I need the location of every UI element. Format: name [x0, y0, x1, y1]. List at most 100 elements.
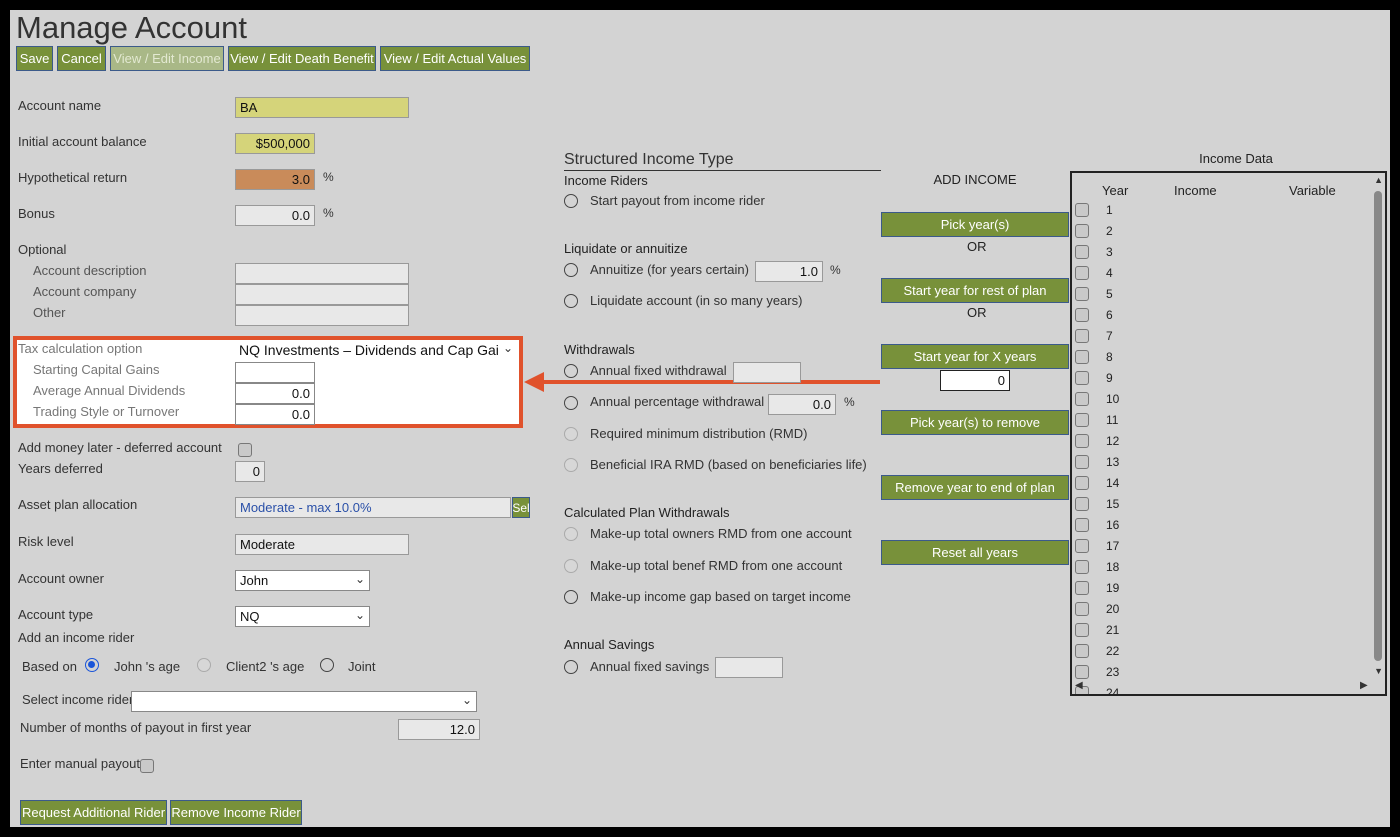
remove-income-rider-button[interactable]: Remove Income Rider — [170, 800, 302, 825]
row-checkbox[interactable] — [1075, 455, 1089, 469]
row-checkbox[interactable] — [1075, 203, 1089, 217]
row-checkbox[interactable] — [1075, 224, 1089, 238]
based-on-john-label: John 's age — [114, 659, 181, 674]
row-year: 19 — [1106, 581, 1120, 595]
years-deferred-label: Years deferred — [18, 461, 103, 476]
view-edit-death-benefit-button[interactable]: View / Edit Death Benefit — [228, 46, 376, 71]
add-money-later-checkbox[interactable] — [238, 443, 252, 457]
vertical-scrollbar[interactable]: ▲ ▼ — [1371, 173, 1385, 683]
account-type-value: NQ — [240, 609, 260, 624]
liquidate-account-radio[interactable] — [564, 294, 578, 308]
row-year: 4 — [1106, 266, 1113, 280]
hypothetical-return-input[interactable]: 3.0 — [235, 169, 315, 190]
row-year: 13 — [1106, 455, 1120, 469]
row-checkbox[interactable] — [1075, 581, 1089, 595]
request-additional-rider-button[interactable]: Request Additional Rider — [20, 800, 167, 825]
rmd-radio[interactable] — [564, 427, 578, 441]
row-checkbox[interactable] — [1075, 434, 1089, 448]
pick-years-button[interactable]: Pick year(s) — [881, 212, 1069, 237]
select-income-rider-select[interactable]: ⌄ — [131, 691, 477, 712]
based-on-client2-radio[interactable] — [197, 658, 211, 672]
reset-all-years-button[interactable]: Reset all years — [881, 540, 1069, 565]
account-description-input[interactable] — [235, 263, 409, 284]
manual-payout-checkbox[interactable] — [140, 759, 154, 773]
other-input[interactable] — [235, 305, 409, 326]
start-year-x-button[interactable]: Start year for X years — [881, 344, 1069, 369]
account-type-select[interactable]: NQ ⌄ — [235, 606, 370, 627]
risk-level-input[interactable]: Moderate — [235, 534, 409, 555]
row-checkbox[interactable] — [1075, 371, 1089, 385]
row-year: 11 — [1106, 413, 1119, 427]
annuitize-label: Annuitize (for years certain) — [590, 262, 749, 277]
annuitize-unit: % — [830, 263, 841, 277]
scrollbar-thumb[interactable] — [1374, 191, 1382, 661]
row-checkbox[interactable] — [1075, 476, 1089, 490]
account-company-input[interactable] — [235, 284, 409, 305]
starting-capital-gains-input[interactable] — [235, 362, 315, 383]
start-payout-radio[interactable] — [564, 194, 578, 208]
account-name-input[interactable]: BA — [235, 97, 409, 118]
table-row: 2 — [1072, 220, 1362, 241]
scroll-down-icon[interactable]: ▼ — [1374, 666, 1383, 676]
row-checkbox[interactable] — [1075, 350, 1089, 364]
annual-fixed-savings-radio[interactable] — [564, 660, 578, 674]
row-checkbox[interactable] — [1075, 392, 1089, 406]
table-row: 8 — [1072, 346, 1362, 367]
row-checkbox[interactable] — [1075, 623, 1089, 637]
cancel-button[interactable]: Cancel — [57, 46, 106, 71]
start-year-rest-button[interactable]: Start year for rest of plan — [881, 278, 1069, 303]
row-checkbox[interactable] — [1075, 413, 1089, 427]
annual-fixed-withdrawal-input[interactable] — [733, 362, 801, 383]
row-checkbox[interactable] — [1075, 539, 1089, 553]
rmd-label: Required minimum distribution (RMD) — [590, 426, 808, 441]
initial-balance-input[interactable]: $500,000 — [235, 133, 315, 154]
annual-fixed-withdrawal-radio[interactable] — [564, 364, 578, 378]
scroll-left-icon[interactable]: ◀ — [1075, 680, 1083, 691]
based-on-joint-radio[interactable] — [320, 658, 334, 672]
account-owner-select[interactable]: John ⌄ — [235, 570, 370, 591]
trading-style-input[interactable]: 0.0 — [235, 404, 315, 425]
remove-year-end-button[interactable]: Remove year to end of plan — [881, 475, 1069, 500]
benef-rmd-radio[interactable] — [564, 559, 578, 573]
income-data-title: Income Data — [1199, 151, 1273, 166]
annuitize-radio[interactable] — [564, 263, 578, 277]
view-edit-income-button[interactable]: View / Edit Income — [110, 46, 224, 71]
average-dividends-input[interactable]: 0.0 — [235, 383, 315, 404]
owners-rmd-radio[interactable] — [564, 527, 578, 541]
row-checkbox[interactable] — [1075, 245, 1089, 259]
based-on-john-radio[interactable] — [85, 658, 99, 672]
years-deferred-input[interactable]: 0 — [235, 461, 265, 482]
bonus-input[interactable]: 0.0 — [235, 205, 315, 226]
annual-percentage-withdrawal-label: Annual percentage withdrawal — [590, 394, 765, 409]
beneficial-ira-radio[interactable] — [564, 458, 578, 472]
scroll-right-icon[interactable]: ▶ — [1360, 680, 1368, 691]
row-checkbox[interactable] — [1075, 287, 1089, 301]
annual-percentage-withdrawal-input[interactable]: 0.0 — [768, 394, 836, 415]
row-checkbox[interactable] — [1075, 497, 1089, 511]
annual-fixed-savings-input[interactable] — [715, 657, 783, 678]
row-year: 8 — [1106, 350, 1113, 364]
save-button[interactable]: Save — [16, 46, 53, 71]
row-checkbox[interactable] — [1075, 329, 1089, 343]
months-payout-input[interactable]: 12.0 — [398, 719, 480, 740]
asset-plan-input[interactable]: Moderate - max 10.0% — [235, 497, 511, 518]
row-checkbox[interactable] — [1075, 665, 1089, 679]
annuitize-input[interactable]: 1.0 — [755, 261, 823, 282]
row-checkbox[interactable] — [1075, 644, 1089, 658]
row-year: 12 — [1106, 434, 1120, 448]
scroll-up-icon[interactable]: ▲ — [1374, 175, 1383, 185]
x-years-input[interactable]: 0 — [940, 370, 1010, 391]
income-gap-radio[interactable] — [564, 590, 578, 604]
tax-calculation-select[interactable]: NQ Investments – Dividends and Cap Gai ⌄ — [235, 340, 517, 361]
other-label: Other — [33, 305, 66, 320]
view-edit-actual-values-button[interactable]: View / Edit Actual Values — [380, 46, 530, 71]
row-checkbox[interactable] — [1075, 602, 1089, 616]
horizontal-scrollbar[interactable]: ◀ ▶ — [1072, 680, 1375, 694]
row-checkbox[interactable] — [1075, 518, 1089, 532]
pick-years-remove-button[interactable]: Pick year(s) to remove — [881, 410, 1069, 435]
row-checkbox[interactable] — [1075, 560, 1089, 574]
row-checkbox[interactable] — [1075, 266, 1089, 280]
asset-plan-select-button[interactable]: Sel — [512, 497, 530, 518]
annual-percentage-withdrawal-radio[interactable] — [564, 396, 578, 410]
row-checkbox[interactable] — [1075, 308, 1089, 322]
